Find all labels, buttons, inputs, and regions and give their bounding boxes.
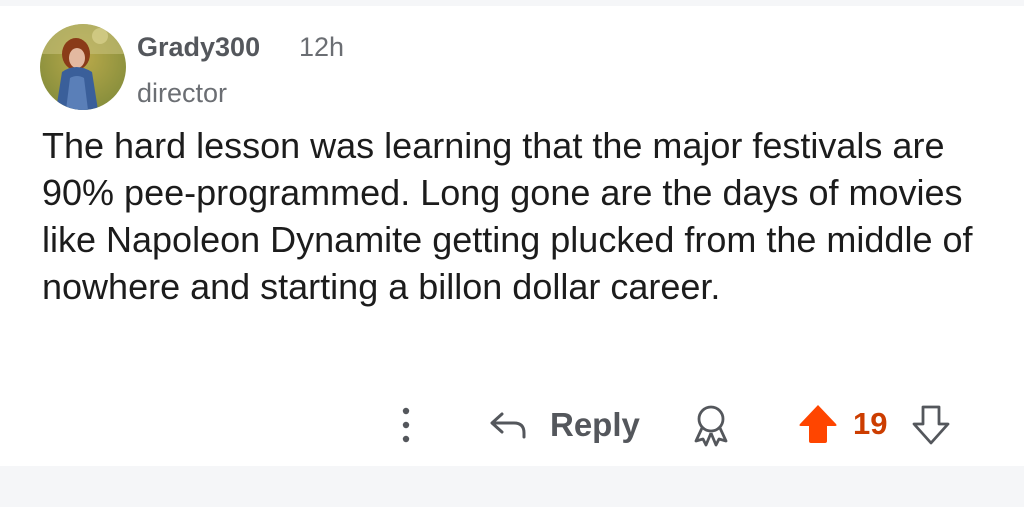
reply-arrow-icon <box>490 412 526 439</box>
vote-count: 19 <box>853 406 888 441</box>
reply-button[interactable]: Reply <box>488 402 640 448</box>
reply-label: Reply <box>550 406 640 443</box>
award-button[interactable] <box>690 403 732 447</box>
downvote-arrow-icon <box>912 405 950 445</box>
more-options-button[interactable] <box>393 405 419 445</box>
comment-author[interactable]: Grady300 <box>137 32 260 63</box>
user-flair: director <box>137 78 228 108</box>
comment-body: The hard lesson was learning that the ma… <box>42 125 973 307</box>
comment-timestamp: 12h <box>299 32 345 62</box>
upvote-button[interactable] <box>797 402 839 446</box>
avatar[interactable] <box>40 24 126 110</box>
downvote-button[interactable] <box>911 402 951 446</box>
upvote-arrow-icon <box>799 405 837 443</box>
award-icon <box>694 405 728 447</box>
more-vertical-icon <box>402 407 410 443</box>
